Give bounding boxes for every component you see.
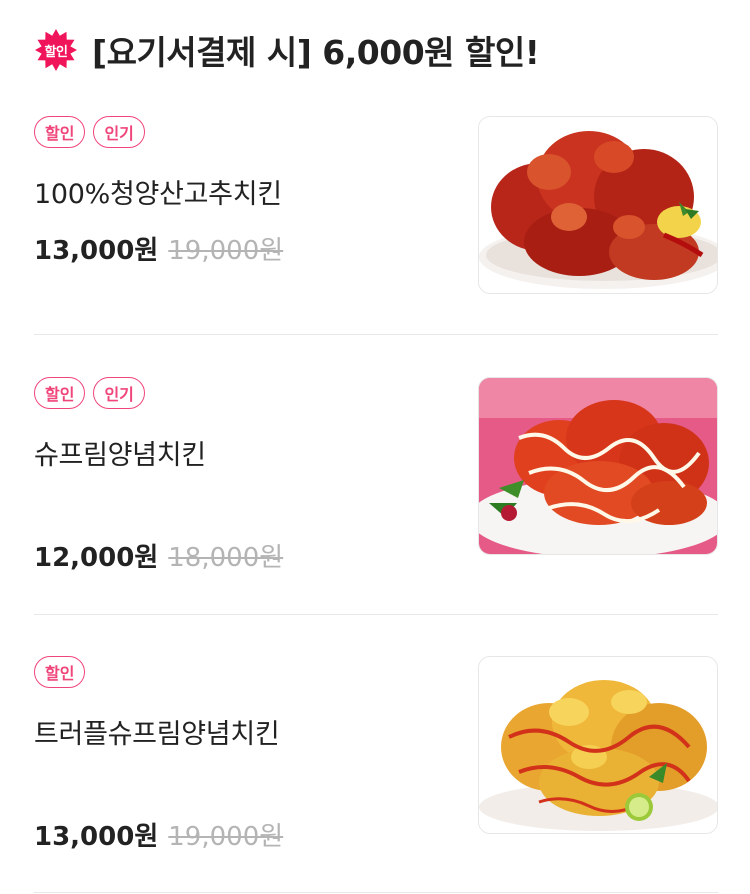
item-divider (34, 614, 718, 615)
sale-price: 13,000원 (34, 822, 159, 852)
original-price: 19,000원 (168, 822, 284, 852)
tag-list: 할인 인기 (34, 116, 145, 148)
original-price: 18,000원 (168, 543, 284, 573)
sale-price: 13,000원 (34, 236, 159, 266)
menu-item-name: 슈프림양념치킨 (34, 440, 206, 471)
spicy-red-chicken-image (479, 117, 717, 293)
section-title: [요기서결제 시] 6,000원 할인! (92, 33, 540, 72)
menu-item[interactable]: 할인 인기 슈프림양념치킨 12,000원 18,000원 (34, 377, 718, 573)
menu-item-image[interactable] (478, 116, 718, 294)
menu-item-name: 트러플슈프림양념치킨 (34, 719, 280, 750)
badge-label: 할인 (44, 44, 68, 60)
price-row: 12,000원 18,000원 (34, 537, 283, 574)
popular-tag: 인기 (93, 116, 145, 148)
menu-item-name: 100%청양산고추치킨 (34, 179, 282, 210)
menu-item[interactable]: 할인 트러플슈프림양념치킨 13,000원 19,000원 (34, 656, 718, 852)
price-row: 13,000원 19,000원 (34, 230, 283, 267)
discount-tag: 할인 (34, 116, 86, 148)
sauce-mayo-chicken-image (479, 378, 717, 554)
original-price: 19,000원 (168, 236, 284, 266)
discount-tag: 할인 (34, 656, 86, 688)
price-row: 13,000원 19,000원 (34, 816, 283, 853)
tag-list: 할인 (34, 656, 86, 688)
discount-badge: 할인 (34, 28, 78, 72)
menu-item[interactable]: 할인 인기 100%청양산고추치킨 13,000원 19,000원 (34, 116, 718, 296)
menu-item-image[interactable] (478, 656, 718, 834)
popular-tag: 인기 (93, 377, 145, 409)
item-divider (34, 334, 718, 335)
discount-tag: 할인 (34, 377, 86, 409)
tag-list: 할인 인기 (34, 377, 145, 409)
section-header: 할인 [요기서결제 시] 6,000원 할인! (34, 28, 540, 72)
sale-price: 12,000원 (34, 543, 159, 573)
menu-item-image[interactable] (478, 377, 718, 555)
truffle-cheese-chicken-image (479, 657, 717, 833)
item-divider (34, 892, 718, 893)
